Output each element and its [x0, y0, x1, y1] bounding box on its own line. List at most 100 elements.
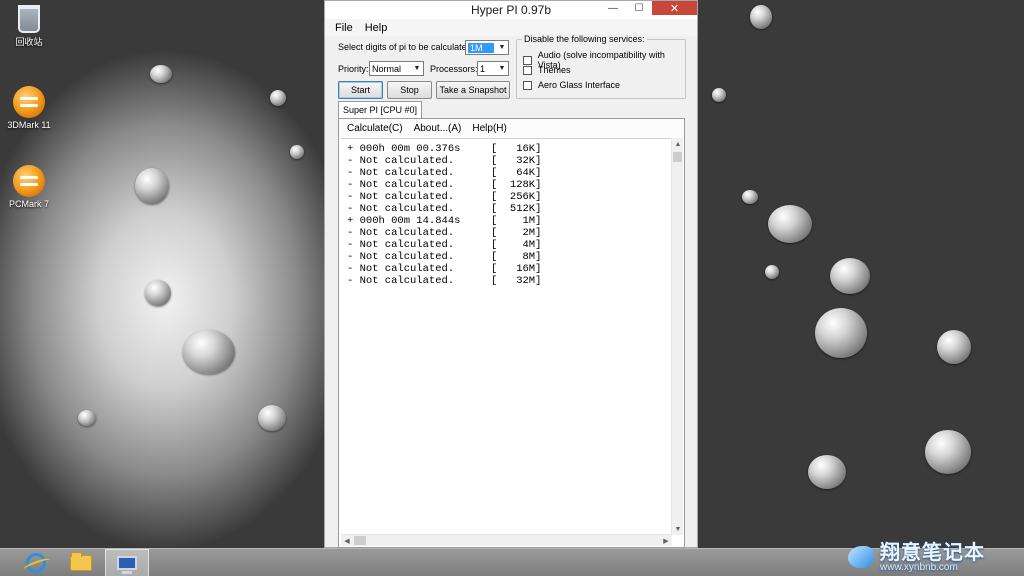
water-drop	[78, 410, 96, 426]
water-drop	[183, 330, 235, 374]
result-size: [ 128K]	[491, 179, 542, 191]
aero-checkbox-label: Aero Glass Interface	[538, 80, 621, 90]
taskbar-ie-button[interactable]	[14, 549, 58, 576]
result-status: - Not calculated.	[347, 191, 455, 203]
tab-super-pi-cpu0[interactable]: Super PI [CPU #0]	[338, 101, 423, 118]
taskbar-explorer-button[interactable]	[59, 549, 103, 576]
maximize-button[interactable]: ☐	[626, 1, 652, 15]
menu-file[interactable]: File	[335, 22, 353, 34]
result-size: [ 1M]	[491, 215, 542, 227]
cpu-tabs: Super PI [CPU #0]	[338, 101, 423, 118]
water-drop	[150, 65, 172, 83]
water-drop	[750, 5, 772, 29]
result-row: - Not calculated. [ 8M]	[347, 251, 672, 263]
desktop-icon-label: PCMark 7	[8, 199, 49, 209]
minimize-button[interactable]: —	[600, 1, 626, 15]
computer-icon	[117, 556, 137, 574]
result-size: [ 4M]	[491, 239, 542, 251]
result-size: [ 8M]	[491, 251, 542, 263]
themes-checkbox[interactable]: Themes	[523, 65, 571, 75]
digits-value: 1M	[468, 42, 494, 53]
3dmark-icon	[13, 86, 45, 118]
result-row: - Not calculated. [ 2M]	[347, 227, 672, 239]
chevron-down-icon: ▼	[498, 44, 506, 51]
priority-label: Priority:	[338, 64, 369, 74]
scroll-up-icon[interactable]: ▲	[672, 138, 684, 150]
menu-about[interactable]: About...(A)	[414, 123, 462, 134]
scroll-down-icon[interactable]: ▼	[672, 523, 684, 535]
result-row: - Not calculated. [ 512K]	[347, 203, 672, 215]
water-drop	[712, 88, 726, 102]
result-size: [ 2M]	[491, 227, 542, 239]
vertical-scrollbar[interactable]: ▲ ▼	[671, 138, 683, 535]
result-row: - Not calculated. [ 32M]	[347, 275, 672, 287]
result-row: - Not calculated. [ 256K]	[347, 191, 672, 203]
start-button-label: Start	[350, 85, 370, 95]
super-pi-menu: Calculate(C) About...(A) Help(H)	[339, 119, 684, 137]
snapshot-button[interactable]: Take a Snapshot	[436, 81, 510, 99]
title-bar[interactable]: Hyper PI 0.97b — ☐ ✕	[325, 1, 697, 19]
horizontal-scrollbar[interactable]: ◀ ▶	[341, 534, 672, 546]
result-size: [ 32K]	[491, 155, 542, 167]
result-status: - Not calculated.	[347, 227, 455, 239]
desktop-icon-pcmark[interactable]: PCMark 7	[2, 165, 56, 209]
window-controls: — ☐ ✕	[600, 1, 697, 17]
snapshot-button-label: Take a Snapshot	[439, 85, 507, 95]
services-group: Disable the following services: Audio (s…	[516, 34, 686, 99]
digits-select[interactable]: 1M ▼	[465, 40, 509, 55]
menu-calculate[interactable]: Calculate(C)	[347, 123, 403, 134]
watermark: 翔意笔记本 www.xynbnb.com	[846, 538, 1024, 576]
results-list[interactable]: + 000h 00m 00.376s[ 16K] - Not calculated…	[341, 138, 672, 535]
close-button[interactable]: ✕	[652, 1, 697, 15]
result-status: - Not calculated.	[347, 251, 455, 263]
scroll-left-icon[interactable]: ◀	[341, 535, 353, 547]
scroll-right-icon[interactable]: ▶	[660, 535, 672, 547]
watermark-main: 翔意笔记本	[880, 540, 985, 564]
pcmark-icon	[13, 165, 45, 197]
water-drop	[135, 168, 169, 204]
watermark-logo-icon	[846, 542, 876, 572]
result-size: [ 256K]	[491, 191, 542, 203]
result-status: - Not calculated.	[347, 263, 455, 275]
processors-select[interactable]: 1 ▼	[477, 61, 509, 76]
close-icon: ✕	[669, 2, 680, 15]
scroll-thumb[interactable]	[673, 152, 682, 162]
chevron-down-icon: ▼	[413, 65, 421, 72]
window-title: Hyper PI 0.97b	[470, 3, 552, 17]
priority-select[interactable]: Normal ▼	[369, 61, 424, 76]
water-drop	[290, 145, 304, 159]
watermark-sub: www.xynbnb.com	[880, 562, 958, 573]
checkbox-unchecked-icon	[523, 80, 532, 90]
stop-button[interactable]: Stop	[387, 81, 432, 99]
result-row: - Not calculated. [ 32K]	[347, 155, 672, 167]
result-row: - Not calculated. [ 4M]	[347, 239, 672, 251]
result-status: - Not calculated.	[347, 203, 455, 215]
result-size: [ 32M]	[491, 275, 542, 287]
water-drop	[742, 190, 758, 204]
water-drop	[830, 258, 870, 294]
start-button[interactable]: Start	[338, 81, 383, 99]
menu-help[interactable]: Help	[365, 22, 388, 34]
services-title: Disable the following services:	[522, 34, 647, 44]
menu-help-inner[interactable]: Help(H)	[472, 123, 506, 134]
taskbar-computer-button[interactable]	[105, 549, 149, 576]
water-drop	[765, 265, 779, 279]
result-status: - Not calculated.	[347, 275, 455, 287]
result-status: + 000h 00m 14.844s	[347, 215, 461, 227]
digits-label: Select digits of pi to be calculated:	[338, 42, 475, 52]
result-size: [ 512K]	[491, 203, 542, 215]
result-row: - Not calculated. [ 64K]	[347, 167, 672, 179]
water-drop	[815, 308, 867, 358]
result-status: - Not calculated.	[347, 155, 455, 167]
water-drop	[145, 280, 171, 306]
processors-value: 1	[480, 63, 486, 74]
scroll-thumb[interactable]	[354, 536, 366, 545]
water-drop	[258, 405, 286, 431]
desktop-icon-recycle-bin[interactable]: 回收站	[2, 5, 56, 48]
recycle-bin-icon	[18, 5, 40, 33]
file-explorer-icon	[70, 552, 92, 571]
desktop-icon-3dmark[interactable]: 3DMark 11	[2, 86, 56, 130]
aero-checkbox[interactable]: Aero Glass Interface	[523, 80, 620, 90]
result-row: - Not calculated. [ 128K]	[347, 179, 672, 191]
desktop-icon-label: 回收站	[15, 37, 43, 47]
